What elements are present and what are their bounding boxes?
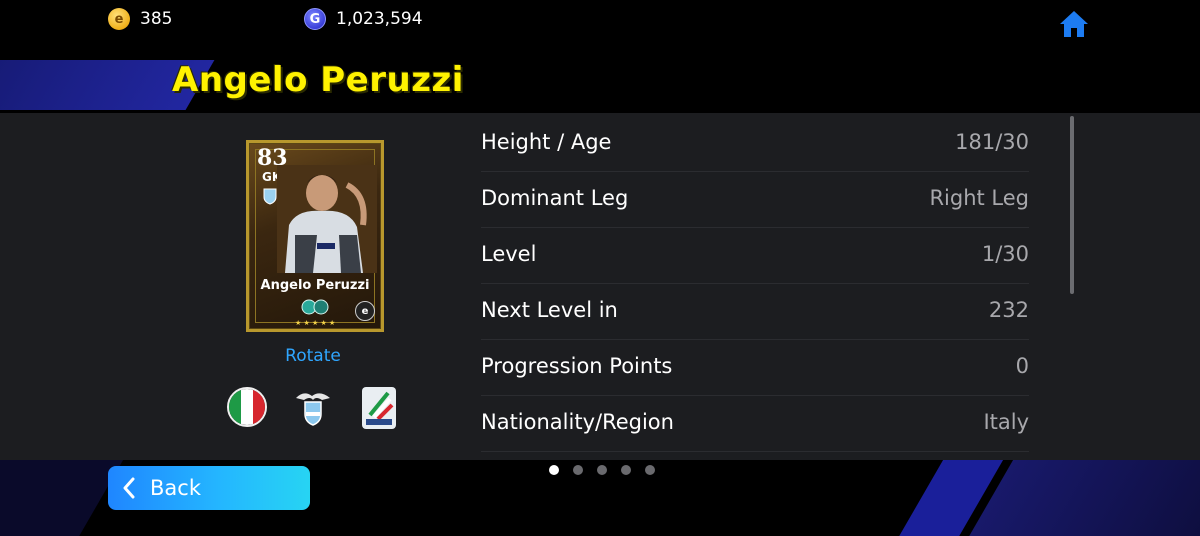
efootball-logo-icon: e	[355, 301, 375, 321]
gp-value: 1,023,594	[336, 9, 423, 29]
detail-value: Italy	[983, 410, 1029, 434]
player-details-list: Height / Age 181/30 Dominant Leg Right L…	[481, 116, 1029, 452]
detail-value: 181/30	[955, 130, 1029, 154]
page-dot[interactable]	[549, 465, 559, 475]
gp-coin-icon: G	[304, 8, 326, 30]
detail-label: Next Level in	[481, 298, 618, 322]
rank-stars-badge-icon: ★ ★ ★ ★ ★	[295, 299, 335, 327]
detail-label: Height / Age	[481, 130, 612, 154]
ecoin-icon: e	[108, 8, 130, 30]
details-scrollbar[interactable]	[1070, 116, 1074, 294]
top-bar: e 385 G 1,023,594	[0, 0, 1200, 44]
page-title: Angelo Peruzzi	[172, 60, 464, 100]
detail-value: 232	[988, 298, 1029, 322]
page-dot[interactable]	[597, 465, 607, 475]
detail-row-progression-points: Progression Points 0	[481, 340, 1029, 396]
back-label: Back	[150, 476, 201, 500]
detail-row-nationality: Nationality/Region Italy	[481, 396, 1029, 452]
detail-value: 1/30	[981, 242, 1029, 266]
gp-balance: G 1,023,594	[304, 8, 423, 30]
detail-row-level: Level 1/30	[481, 228, 1029, 284]
svg-text:★ ★ ★ ★ ★: ★ ★ ★ ★ ★	[295, 319, 335, 327]
page-dot[interactable]	[645, 465, 655, 475]
player-photo	[277, 165, 377, 273]
chevron-left-icon	[123, 477, 135, 499]
detail-value: 0	[1015, 354, 1029, 378]
home-icon[interactable]	[1058, 8, 1090, 40]
page-indicator	[549, 465, 655, 475]
italy-flag-icon	[227, 387, 267, 427]
card-player-name: Angelo Peruzzi	[260, 278, 370, 293]
player-card[interactable]: 83 GK Angelo Peruzzi ★ ★ ★ ★ ★ e	[246, 140, 384, 332]
rotate-button[interactable]: Rotate	[245, 346, 381, 366]
ecoin-balance: e 385	[108, 8, 172, 30]
serie-a-league-icon	[362, 387, 396, 429]
detail-row-next-level: Next Level in 232	[481, 284, 1029, 340]
lazio-crest-icon	[296, 393, 330, 426]
ecoin-value: 385	[140, 9, 173, 29]
detail-label: Progression Points	[481, 354, 673, 378]
back-button[interactable]: Back	[108, 466, 310, 510]
detail-row-height-age: Height / Age 181/30	[481, 116, 1029, 172]
detail-label: Nationality/Region	[481, 410, 674, 434]
page-dot[interactable]	[573, 465, 583, 475]
detail-row-dominant-leg: Dominant Leg Right Leg	[481, 172, 1029, 228]
detail-label: Level	[481, 242, 537, 266]
club-crest-mini-icon	[263, 188, 277, 205]
detail-value: Right Leg	[929, 186, 1029, 210]
page-dot[interactable]	[621, 465, 631, 475]
detail-label: Dominant Leg	[481, 186, 629, 210]
